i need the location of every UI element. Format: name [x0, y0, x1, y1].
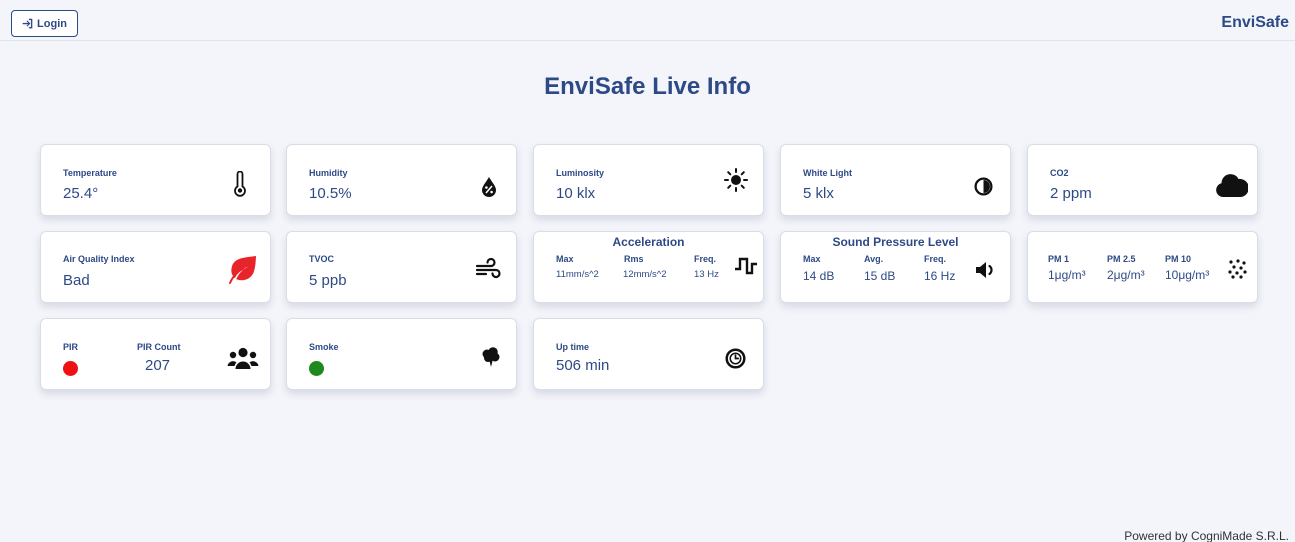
contrast-icon [973, 176, 993, 196]
wind-icon [474, 256, 502, 282]
pir-count-label: PIR Count [137, 342, 181, 352]
sound-pressure-card: Sound Pressure Level Max 14 dB Avg. 15 d… [780, 231, 1011, 303]
sound-freq-value: 16 Hz [924, 269, 956, 283]
sound-freq-label: Freq. [924, 254, 947, 264]
pm1-value: 1μg/m³ [1048, 268, 1086, 282]
smoke-card: Smoke [286, 318, 517, 390]
tvoc-value: 5 ppb [309, 272, 347, 289]
white-light-value: 5 klx [803, 185, 834, 202]
acceleration-max-label: Max [556, 254, 574, 264]
co2-label: CO2 [1050, 168, 1069, 178]
sound-pressure-title: Sound Pressure Level [832, 235, 959, 249]
brand-link[interactable]: EnviSafe [1221, 14, 1289, 32]
smoke-status-indicator [309, 361, 324, 376]
white-light-card: White Light 5 klx [780, 144, 1011, 216]
people-group-icon [226, 346, 260, 370]
pm25-value: 2μg/m³ [1107, 268, 1145, 282]
pm25-label: PM 2.5 [1107, 254, 1136, 264]
page-title: EnviSafe Live Info [544, 73, 751, 100]
smoke-label: Smoke [309, 342, 339, 352]
luminosity-value: 10 klx [556, 185, 596, 202]
smoke-icon [481, 346, 501, 368]
volume-icon [974, 259, 998, 281]
acceleration-card: Acceleration Max 11mm/s^2 Rms 12mm/s^2 F… [533, 231, 764, 303]
luminosity-label: Luminosity [556, 168, 605, 178]
tvoc-card: TVOC 5 ppb [286, 231, 517, 303]
pir-card: PIR PIR Count 207 [40, 318, 271, 390]
air-quality-card: Air Quality Index Bad [40, 231, 271, 303]
acceleration-max-value: 11mm/s^2 [556, 269, 599, 280]
cloud-icon [1214, 172, 1248, 198]
acceleration-freq-value: 13 Hz [694, 269, 719, 280]
temperature-label: Temperature [63, 168, 117, 178]
humidity-card: Humidity 10.5% [286, 144, 517, 216]
air-quality-label: Air Quality Index [63, 254, 135, 264]
particles-icon [1227, 258, 1249, 280]
droplet-percent-icon [480, 176, 498, 198]
particulate-matter-card: PM 1 1μg/m³ PM 2.5 2μg/m³ PM 10 10μg/m³ [1027, 231, 1258, 303]
sound-max-label: Max [803, 254, 821, 264]
pm10-label: PM 10 [1165, 254, 1192, 264]
temperature-value: 25.4° [63, 185, 99, 202]
uptime-card: Up time 506 min [533, 318, 764, 390]
navbar: Login EnviSafe [0, 0, 1295, 41]
footer-credit: Powered by CogniMade S.R.L. [1124, 529, 1289, 542]
sound-avg-value: 15 dB [864, 269, 896, 283]
uptime-value: 506 min [556, 357, 610, 374]
sound-max-value: 14 dB [803, 269, 835, 283]
uptime-label: Up time [556, 342, 590, 352]
sun-icon [724, 168, 748, 192]
acceleration-title: Acceleration [612, 235, 685, 249]
air-quality-value: Bad [63, 272, 90, 289]
acceleration-rms-value: 12mm/s^2 [623, 269, 667, 280]
co2-value: 2 ppm [1050, 185, 1092, 202]
tvoc-label: TVOC [309, 254, 335, 264]
co2-card: CO2 2 ppm [1027, 144, 1258, 216]
thermometer-icon [229, 170, 251, 198]
acceleration-freq-label: Freq. [694, 254, 717, 264]
leaf-icon [227, 254, 259, 284]
login-label: Login [37, 17, 67, 30]
humidity-value: 10.5% [309, 185, 352, 202]
pm1-label: PM 1 [1048, 254, 1070, 264]
white-light-label: White Light [803, 168, 852, 178]
square-wave-icon [733, 255, 759, 279]
luminosity-card: Luminosity 10 klx [533, 144, 764, 216]
temperature-card: Temperature 25.4° [40, 144, 271, 216]
clock-icon [724, 347, 746, 369]
humidity-label: Humidity [309, 168, 348, 178]
pir-count-value: 207 [145, 357, 171, 374]
pir-label: PIR [63, 342, 79, 352]
acceleration-rms-label: Rms [624, 254, 644, 264]
pir-status-indicator [63, 361, 78, 376]
sound-avg-label: Avg. [864, 254, 884, 264]
pm10-value: 10μg/m³ [1165, 268, 1210, 282]
login-button[interactable]: Login [11, 10, 78, 37]
sign-in-icon [22, 18, 33, 29]
